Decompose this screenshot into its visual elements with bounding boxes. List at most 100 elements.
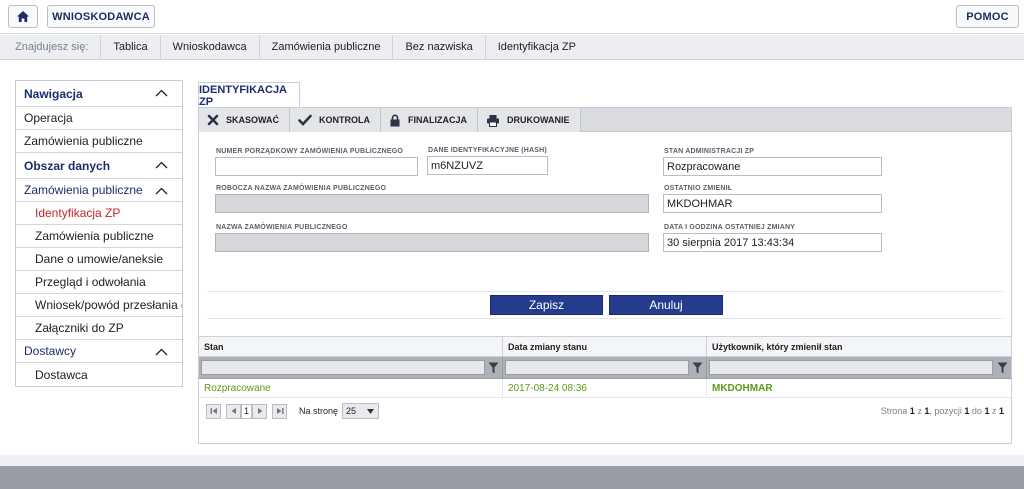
chevron-up-icon	[155, 161, 168, 169]
next-page-icon	[257, 408, 262, 414]
chevron-up-icon	[155, 89, 168, 97]
breadcrumb-item-tablica[interactable]: Tablica	[100, 34, 159, 60]
page-size-value: 25	[346, 406, 357, 416]
tab-identyfikacja-zp[interactable]: IDENTYFIKACJA ZP	[198, 82, 300, 108]
sidebar-item-identyfikacja-zp[interactable]: Identyfikacja ZP	[16, 202, 182, 225]
sidebar-item-dostawca[interactable]: Dostawca	[16, 363, 182, 386]
close-icon	[207, 114, 219, 126]
numer-input[interactable]	[215, 157, 418, 176]
sidebar-group-label: Dostawcy	[24, 344, 77, 358]
table-cell: MKDOHMAR	[712, 382, 773, 394]
ostatnio-input[interactable]	[663, 194, 882, 213]
history-grid: Stan Data zmiany stanu Użytkownik, który…	[199, 336, 1011, 398]
wnioskodawca-button[interactable]: WNIOSKODAWCA	[47, 5, 155, 28]
column-header-data[interactable]: Data zmiany stanu	[503, 337, 707, 356]
filter-cell	[199, 357, 503, 378]
next-page-button[interactable]	[252, 403, 267, 419]
main-panel: SKASOWAĆ KONTROLA FINALIZACJA DRUKOWANIE…	[198, 107, 1012, 444]
current-page[interactable]: 1	[241, 403, 252, 419]
delete-button[interactable]: SKASOWAĆ	[199, 108, 291, 132]
filter-cell	[503, 357, 707, 378]
ostatnio-label: OSTATNIO ZMIENIŁ	[664, 185, 733, 192]
nazwa-label: NAZWA ZAMÓWIENIA PUBLICZNEGO	[216, 224, 348, 231]
first-page-button[interactable]	[206, 403, 221, 419]
breadcrumb-label: Znajdujesz się:	[15, 41, 89, 53]
sidebar-item-zamowienia[interactable]: Zamówienia publiczne	[16, 225, 182, 248]
sidebar: Nawigacja Operacja Zamówienia publiczne …	[15, 80, 183, 387]
breadcrumb-item-zamowienia[interactable]: Zamówienia publiczne	[258, 34, 393, 60]
sidebar-section-label: Obszar danych	[24, 158, 111, 173]
table-cell: Rozpracowane	[199, 379, 503, 397]
sidebar-item-zalaczniki[interactable]: Załączniki do ZP	[16, 317, 182, 340]
robocza-label: ROBOCZA NAZWA ZAMÓWIENIA PUBLICZNEGO	[216, 185, 387, 192]
breadcrumb: Znajdujesz się: Tablica Wnioskodawca Zam…	[0, 34, 1024, 60]
filter-input[interactable]	[709, 360, 993, 375]
divider	[207, 318, 1003, 319]
sidebar-section-obszar-danych[interactable]: Obszar danych	[16, 153, 182, 179]
breadcrumb-item-bez-nazwiska[interactable]: Bez nazwiska	[392, 34, 484, 60]
check-button-label: KONTROLA	[319, 115, 371, 125]
sidebar-item-operacja[interactable]: Operacja	[16, 107, 182, 130]
home-icon	[17, 11, 29, 22]
sidebar-group-label: Zamówienia publiczne	[24, 183, 143, 197]
print-button[interactable]: DRUKOWANIE	[478, 108, 581, 132]
column-header-uzytkownik[interactable]: Użytkownik, który zmienił stan	[707, 337, 1011, 356]
grid-filter-row	[199, 357, 1011, 379]
table-row[interactable]: Rozpracowane 2017-08-24 08:36 MKDOHMAR	[199, 379, 1011, 398]
stan-label: STAN ADMINISTRACJI ZP	[664, 148, 755, 155]
filter-icon[interactable]	[488, 362, 499, 374]
sidebar-item-przeglad[interactable]: Przegląd i odwołania	[16, 271, 182, 294]
check-button[interactable]: KONTROLA	[290, 108, 382, 132]
filter-cell	[707, 357, 1011, 378]
grid-header: Stan Data zmiany stanu Użytkownik, który…	[199, 336, 1011, 357]
sidebar-item-wniosek[interactable]: Wniosek/powód przesłania do UOK	[16, 294, 182, 317]
last-page-icon	[276, 408, 283, 414]
breadcrumb-item-wnioskodawca[interactable]: Wnioskodawca	[159, 34, 259, 60]
sidebar-section-label: Nawigacja	[24, 86, 83, 101]
chevron-down-icon	[367, 409, 375, 414]
footer-strip	[0, 455, 1024, 466]
chevron-up-icon	[155, 348, 168, 356]
pager: 1 Na stronę 25 Strona 1 z 1, pozycji 1 d…	[199, 400, 1011, 422]
dane-input[interactable]	[427, 156, 548, 175]
save-button[interactable]: Zapisz	[490, 295, 603, 315]
pager-info: Strona 1 z 1, pozycji 1 do 1 z 1	[880, 406, 1004, 416]
printer-icon	[487, 114, 500, 127]
filter-icon[interactable]	[692, 362, 703, 374]
prev-page-icon	[231, 408, 236, 414]
column-header-stan[interactable]: Stan	[199, 337, 503, 356]
filter-input[interactable]	[201, 360, 485, 375]
footer	[0, 466, 1024, 489]
filter-input[interactable]	[505, 360, 689, 375]
dane-label: DANE IDENTYFIKACYJNE (HASH)	[428, 147, 547, 154]
checkmark-icon	[298, 114, 312, 126]
data-label: DATA I GODZINA OSTATNIEJ ZMIANY	[664, 224, 796, 231]
home-button[interactable]	[8, 5, 38, 28]
sidebar-group-zamowienia-publiczne[interactable]: Zamówienia publiczne	[16, 179, 182, 202]
delete-button-label: SKASOWAĆ	[226, 115, 280, 125]
chevron-up-icon	[155, 187, 168, 195]
sidebar-item-zamowienia-publiczne[interactable]: Zamówienia publiczne	[16, 130, 182, 153]
sidebar-group-dostawcy[interactable]: Dostawcy	[16, 340, 182, 363]
robocza-input[interactable]	[215, 194, 649, 213]
page-size-select[interactable]: 25	[342, 403, 380, 419]
prev-page-button[interactable]	[226, 403, 241, 419]
sidebar-section-nawigacja[interactable]: Nawigacja	[16, 81, 182, 107]
help-button[interactable]: POMOC	[956, 5, 1019, 28]
lock-icon	[390, 114, 400, 126]
data-input[interactable]	[663, 233, 882, 252]
divider	[207, 291, 1003, 292]
last-page-button[interactable]	[272, 403, 287, 419]
cancel-button[interactable]: Anuluj	[609, 295, 723, 315]
finalize-button[interactable]: FINALIZACJA	[381, 108, 479, 132]
numer-label: NUMER PORZĄDKOWY ZAMÓWIENIA PUBLICZNEGO	[216, 148, 404, 155]
nazwa-input[interactable]	[215, 233, 649, 252]
finalize-button-label: FINALIZACJA	[408, 115, 468, 125]
first-page-icon	[210, 408, 217, 414]
sidebar-item-dane-o-umowie[interactable]: Dane o umowie/aneksie	[16, 248, 182, 271]
breadcrumb-item-identyfikacja: Identyfikacja ZP	[484, 34, 588, 60]
stan-input[interactable]	[663, 157, 882, 176]
filter-icon[interactable]	[997, 362, 1008, 374]
top-bar: WNIOSKODAWCA POMOC	[0, 0, 1024, 34]
page-size-label: Na stronę	[299, 406, 339, 416]
